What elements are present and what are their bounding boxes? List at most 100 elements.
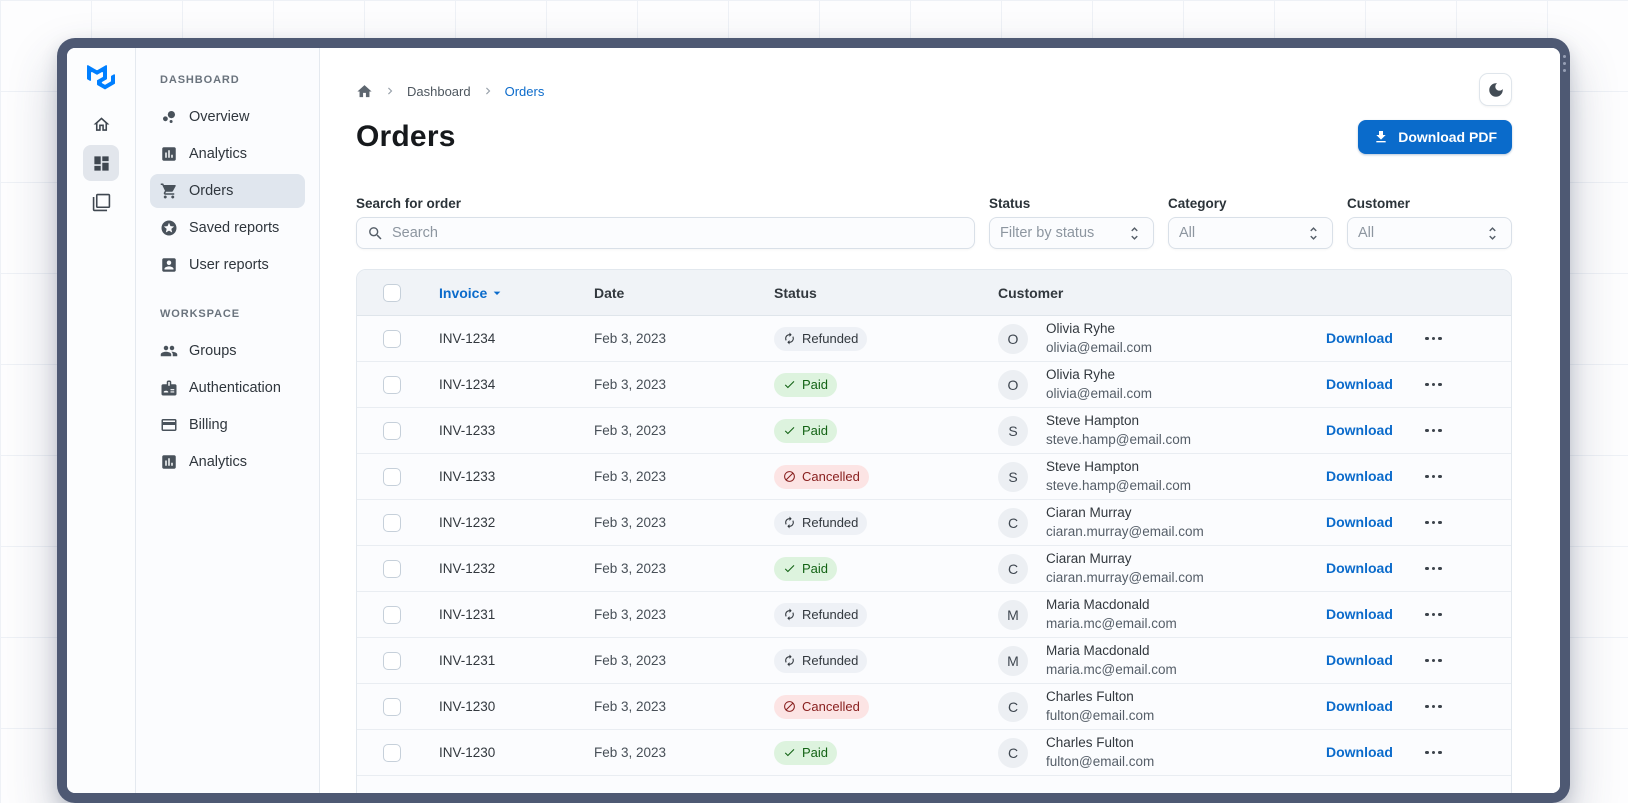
customer-email: ciaran.murray@email.com <box>1046 523 1204 539</box>
sidebar: DASHBOARD Overview Analytics Orders Save… <box>136 48 320 793</box>
app-window: DASHBOARD Overview Analytics Orders Save… <box>57 38 1570 803</box>
row-menu-button[interactable] <box>1421 693 1461 721</box>
row-checkbox[interactable] <box>383 421 401 440</box>
status-chip: Cancelled <box>774 464 869 489</box>
download-link[interactable]: Download <box>1321 514 1393 530</box>
customer-email: steve.hamp@email.com <box>1046 431 1192 447</box>
breadcrumb-home-icon[interactable] <box>356 83 373 100</box>
search-label: Search for order <box>356 196 462 211</box>
avatar: O <box>998 369 1028 400</box>
sidebar-section-label: DASHBOARD <box>160 74 240 86</box>
block-icon <box>783 700 796 713</box>
user-box-icon <box>160 256 178 274</box>
download-pdf-button[interactable]: Download PDF <box>1358 120 1512 154</box>
window-scrollbar-dots[interactable] <box>1562 55 1567 72</box>
customer-name: Charles Fulton <box>1046 735 1134 751</box>
download-link[interactable]: Download <box>1321 330 1393 346</box>
table-row: INV-1233 Feb 3, 2023 Cancelled S Steve H… <box>357 454 1511 500</box>
download-link[interactable]: Download <box>1321 560 1393 576</box>
row-checkbox[interactable] <box>383 605 401 624</box>
row-checkbox[interactable] <box>383 651 401 670</box>
select-value: All <box>1179 225 1196 241</box>
row-checkbox[interactable] <box>383 513 401 532</box>
autorenew-icon <box>783 654 796 667</box>
select-label: Category <box>1168 196 1227 211</box>
breadcrumb-dashboard[interactable]: Dashboard <box>407 84 471 99</box>
customer-email: fulton@email.com <box>1046 753 1155 769</box>
row-menu-button[interactable] <box>1421 739 1461 767</box>
customer-email: maria.mc@email.com <box>1046 615 1177 631</box>
row-menu-button[interactable] <box>1421 601 1461 629</box>
table-row: INV-1230 Feb 3, 2023 Paid C Charles Fult… <box>357 730 1511 776</box>
search-placeholder: Search <box>392 225 438 241</box>
autorenew-icon <box>783 608 796 621</box>
select-all-checkbox[interactable] <box>383 283 401 302</box>
row-checkbox[interactable] <box>383 375 401 394</box>
avatar: S <box>998 461 1028 492</box>
select-value: Filter by status <box>1000 225 1095 241</box>
avatar: C <box>998 507 1028 538</box>
row-checkbox[interactable] <box>383 743 401 762</box>
row-menu-button[interactable] <box>1421 647 1461 675</box>
customer-name: Charles Fulton <box>1046 689 1134 705</box>
download-link[interactable]: Download <box>1321 376 1393 392</box>
cart-icon <box>160 182 178 200</box>
table-row: INV-1232 Feb 3, 2023 Refunded C Ciaran M… <box>357 500 1511 546</box>
sidebar-item-user-reports[interactable]: User reports <box>150 248 305 282</box>
sidebar-item-saved-reports[interactable]: Saved reports <box>150 211 305 245</box>
filter-select-category[interactable]: All <box>1168 217 1333 249</box>
status-chip: Paid <box>774 418 838 443</box>
customer-name: Olivia Ryhe <box>1046 367 1116 383</box>
sidebar-item-analytics[interactable]: Analytics <box>150 445 305 479</box>
status-chip: Paid <box>774 556 838 581</box>
download-icon <box>1373 129 1389 145</box>
sidebar-item-authentication[interactable]: Authentication <box>150 371 305 405</box>
sidebar-item-analytics[interactable]: Analytics <box>150 137 305 171</box>
sidebar-item-orders[interactable]: Orders <box>150 174 305 208</box>
status-chip: Refunded <box>774 326 868 351</box>
row-menu-button[interactable] <box>1421 417 1461 445</box>
download-link[interactable]: Download <box>1321 606 1393 622</box>
sidebar-item-groups[interactable]: Groups <box>150 334 305 368</box>
row-checkbox[interactable] <box>383 467 401 486</box>
download-link[interactable]: Download <box>1321 468 1393 484</box>
theme-toggle-button[interactable] <box>1479 73 1512 106</box>
sidebar-item-billing[interactable]: Billing <box>150 408 305 442</box>
date-cell: Feb 3, 2023 <box>594 469 667 484</box>
rail-dashboard-button[interactable] <box>83 145 119 181</box>
invoice-cell: INV-1234 <box>439 377 496 392</box>
filter-select-customer[interactable]: All <box>1347 217 1512 249</box>
app-window-content: DASHBOARD Overview Analytics Orders Save… <box>67 48 1560 793</box>
layers-icon <box>92 193 111 212</box>
rail-layers-button[interactable] <box>83 184 119 220</box>
row-menu-button[interactable] <box>1421 325 1461 353</box>
download-link[interactable]: Download <box>1321 422 1393 438</box>
customer-email: fulton@email.com <box>1046 707 1155 723</box>
avatar: O <box>998 323 1028 354</box>
table-row <box>357 776 1511 793</box>
filter-select-status[interactable]: Filter by status <box>989 217 1154 249</box>
row-menu-button[interactable] <box>1421 555 1461 583</box>
row-checkbox[interactable] <box>383 329 401 348</box>
row-menu-button[interactable] <box>1421 509 1461 537</box>
bar-chart-icon <box>160 453 178 471</box>
sidebar-item-overview[interactable]: Overview <box>150 100 305 134</box>
breadcrumb-orders[interactable]: Orders <box>505 84 545 99</box>
status-chip: Refunded <box>774 602 868 627</box>
row-menu-button[interactable] <box>1421 463 1461 491</box>
customer-name: Steve Hampton <box>1046 413 1140 429</box>
row-checkbox[interactable] <box>383 697 401 716</box>
invoice-cell: INV-1232 <box>439 561 496 576</box>
row-menu-button[interactable] <box>1421 371 1461 399</box>
rail-home-button[interactable] <box>83 106 119 142</box>
customer-email: olivia@email.com <box>1046 385 1152 401</box>
row-checkbox[interactable] <box>383 559 401 578</box>
bubble-chart-icon <box>160 108 178 126</box>
download-link[interactable]: Download <box>1321 744 1393 760</box>
status-chip: Paid <box>774 372 838 397</box>
search-input[interactable]: Search <box>356 217 975 249</box>
customer-name: Ciaran Murray <box>1046 551 1132 567</box>
download-link[interactable]: Download <box>1321 652 1393 668</box>
column-header-invoice[interactable]: Invoice <box>421 285 594 301</box>
download-link[interactable]: Download <box>1321 698 1393 714</box>
